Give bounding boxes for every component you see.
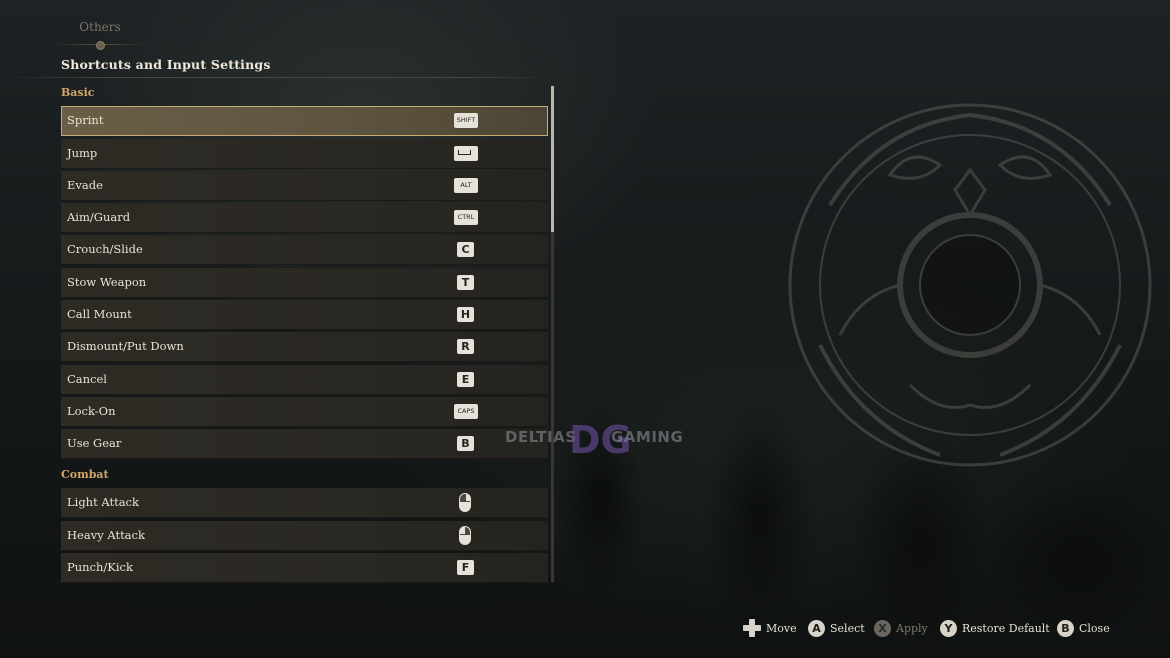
watermark-left-text: DELTIAS xyxy=(505,428,577,446)
x-button-icon: X xyxy=(874,619,891,637)
setting-label: Heavy Attack xyxy=(67,528,145,542)
title-divider xyxy=(0,77,552,78)
watermark: DELTIAS DG GAMING xyxy=(505,416,683,466)
key-t-icon[interactable]: T xyxy=(457,275,474,290)
tab-others[interactable]: Others xyxy=(60,20,140,34)
setting-row-aim-guard[interactable]: Aim/Guard CTRL xyxy=(61,203,548,233)
setting-row-dismount[interactable]: Dismount/Put Down R xyxy=(61,332,548,362)
setting-label: Cancel xyxy=(67,372,107,386)
setting-row-cancel[interactable]: Cancel E xyxy=(61,365,548,395)
hint-select[interactable]: A Select xyxy=(808,617,865,639)
key-f-icon[interactable]: F xyxy=(457,560,474,575)
hint-label: Restore Default xyxy=(962,621,1050,635)
key-r-icon[interactable]: R xyxy=(457,339,474,354)
tab-indicator-icon xyxy=(96,41,105,50)
setting-row-jump[interactable]: Jump xyxy=(61,139,548,169)
setting-label: Call Mount xyxy=(67,307,132,321)
setting-row-heavy-attack[interactable]: Heavy Attack xyxy=(61,521,548,551)
key-c-icon[interactable]: C xyxy=(457,242,474,257)
mouse-left-icon[interactable] xyxy=(459,493,471,512)
setting-row-evade[interactable]: Evade ALT xyxy=(61,171,548,201)
y-button-icon: Y xyxy=(940,619,957,637)
mouse-right-icon[interactable] xyxy=(459,526,471,545)
section-header-basic: Basic xyxy=(61,86,95,99)
key-shift-icon[interactable]: SHIFT xyxy=(454,113,478,128)
dpad-icon xyxy=(743,619,761,637)
scrollbar-thumb[interactable] xyxy=(551,86,554,232)
section-header-combat: Combat xyxy=(61,468,109,481)
setting-label: Lock-On xyxy=(67,404,116,418)
page-title: Shortcuts and Input Settings xyxy=(61,57,271,72)
hint-move[interactable]: Move xyxy=(743,617,797,639)
hint-restore-default[interactable]: Y Restore Default xyxy=(940,617,1050,639)
setting-label: Use Gear xyxy=(67,436,122,450)
key-caps-icon[interactable]: CAPS xyxy=(454,404,478,419)
hint-label: Close xyxy=(1079,621,1110,635)
setting-label: Light Attack xyxy=(67,495,139,509)
hint-label: Select xyxy=(830,621,865,635)
setting-label: Evade xyxy=(67,178,103,192)
key-e-icon[interactable]: E xyxy=(457,372,474,387)
key-ctrl-icon[interactable]: CTRL xyxy=(454,210,478,225)
hint-label: Move xyxy=(766,621,797,635)
hint-apply[interactable]: X Apply xyxy=(874,617,928,639)
setting-row-sprint[interactable]: Sprint SHIFT xyxy=(61,106,548,136)
setting-row-crouch-slide[interactable]: Crouch/Slide C xyxy=(61,235,548,265)
key-space-icon[interactable] xyxy=(454,146,478,161)
setting-label: Aim/Guard xyxy=(67,210,131,224)
setting-label: Jump xyxy=(67,146,98,160)
setting-row-punch-kick[interactable]: Punch/Kick F xyxy=(61,553,548,583)
hint-close[interactable]: B Close xyxy=(1057,617,1110,639)
key-b-icon[interactable]: B xyxy=(457,436,474,451)
setting-row-stow-weapon[interactable]: Stow Weapon T xyxy=(61,268,548,298)
setting-row-light-attack[interactable]: Light Attack xyxy=(61,488,548,518)
setting-label: Dismount/Put Down xyxy=(67,339,184,353)
setting-label: Sprint xyxy=(67,113,104,127)
setting-row-call-mount[interactable]: Call Mount H xyxy=(61,300,548,330)
hint-label: Apply xyxy=(896,621,928,635)
key-h-icon[interactable]: H xyxy=(457,307,474,322)
watermark-right-text: GAMING xyxy=(611,428,684,446)
key-alt-icon[interactable]: ALT xyxy=(454,178,478,193)
a-button-icon: A xyxy=(808,619,825,637)
b-button-icon: B xyxy=(1057,619,1074,637)
celtic-emblem-icon xyxy=(788,103,1152,467)
setting-label: Stow Weapon xyxy=(67,275,147,289)
setting-label: Crouch/Slide xyxy=(67,242,143,256)
setting-label: Punch/Kick xyxy=(67,560,133,574)
setting-row-use-gear[interactable]: Use Gear B xyxy=(61,429,548,459)
setting-row-lock-on[interactable]: Lock-On CAPS xyxy=(61,397,548,427)
